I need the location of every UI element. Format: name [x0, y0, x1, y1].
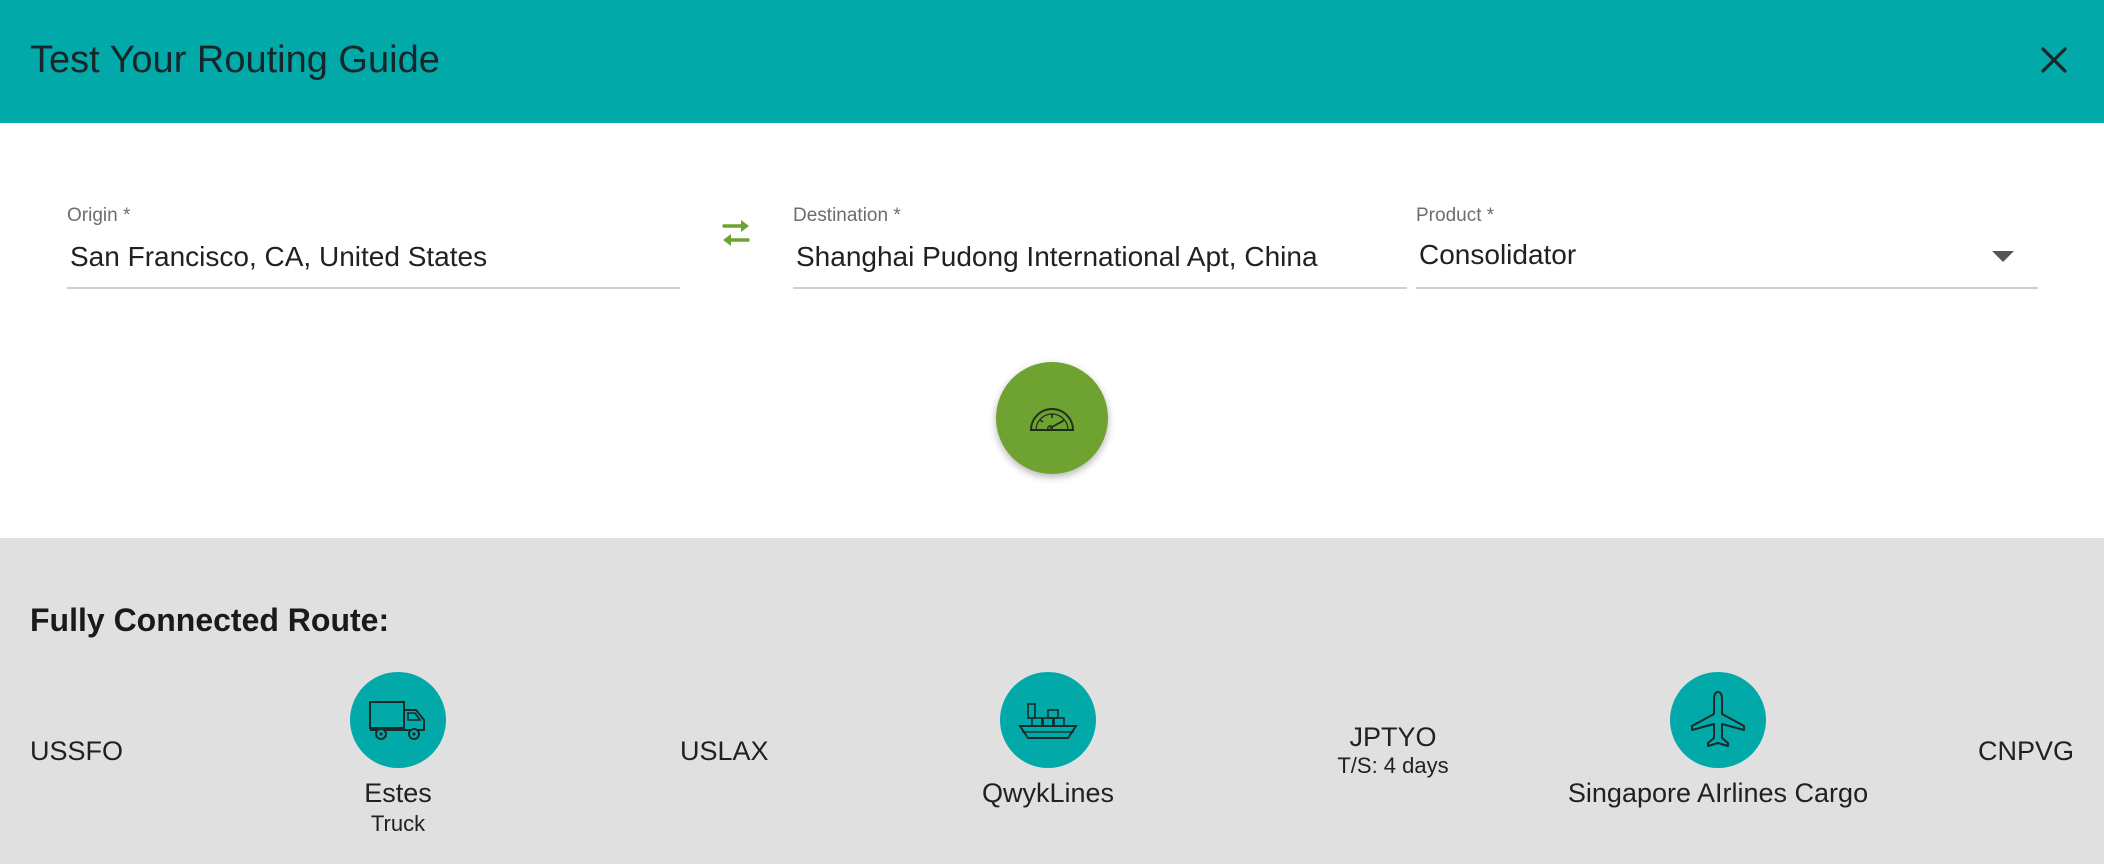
ship-icon [1000, 672, 1096, 768]
transship-port-code: JPTYO [1349, 722, 1437, 752]
route-title: Fully Connected Route: [30, 602, 390, 638]
route-node-origin: USSFO [30, 736, 124, 766]
route-leg-air: Singapore AIrlines Cargo [1538, 672, 1898, 809]
route-result-panel: Fully Connected Route: USSFO Estes Truck… [0, 538, 2104, 864]
leg-mode: Truck [370, 811, 426, 836]
swap-arrows-icon [722, 220, 750, 246]
speedometer-icon [1029, 408, 1075, 431]
product-field[interactable]: Product * Consolidator [1416, 205, 2038, 289]
destination-label: Destination * [793, 205, 901, 226]
leg-carrier-name: QwykLines [981, 778, 1115, 808]
route-node-uslax: USLAX [680, 736, 769, 766]
leg-carrier-name: Estes [364, 778, 432, 808]
product-label: Product * [1416, 205, 1495, 226]
dialog-header: Test Your Routing Guide [0, 0, 2104, 123]
route-leg-truck: Estes Truck [298, 672, 498, 837]
leg-carrier-name: Singapore AIrlines Cargo [1567, 778, 1869, 808]
destination-input[interactable] [793, 235, 1407, 279]
close-icon [2041, 47, 2067, 73]
test-route-button[interactable] [996, 362, 1108, 474]
route-leg-ocean: QwykLines [948, 672, 1148, 809]
airplane-icon [1670, 672, 1766, 768]
routing-form: Origin * Destination * Product * Consoli… [0, 123, 2104, 538]
dropdown-arrow-icon[interactable] [1992, 251, 2014, 262]
origin-label: Origin * [67, 205, 131, 226]
origin-field: Origin * [67, 205, 680, 289]
truck-icon [350, 672, 446, 768]
swap-locations-button[interactable] [714, 211, 758, 255]
destination-field: Destination * [793, 205, 1407, 289]
dialog-title: Test Your Routing Guide [30, 39, 440, 81]
product-select-value[interactable]: Consolidator [1419, 239, 1576, 271]
close-button[interactable] [2032, 38, 2076, 82]
route-node-jptyo: JPTYO T/S: 4 days [1293, 722, 1493, 779]
origin-input[interactable] [67, 235, 680, 279]
route-node-destination: CNPVG [1977, 736, 2074, 766]
transit-time: T/S: 4 days [1337, 753, 1449, 778]
